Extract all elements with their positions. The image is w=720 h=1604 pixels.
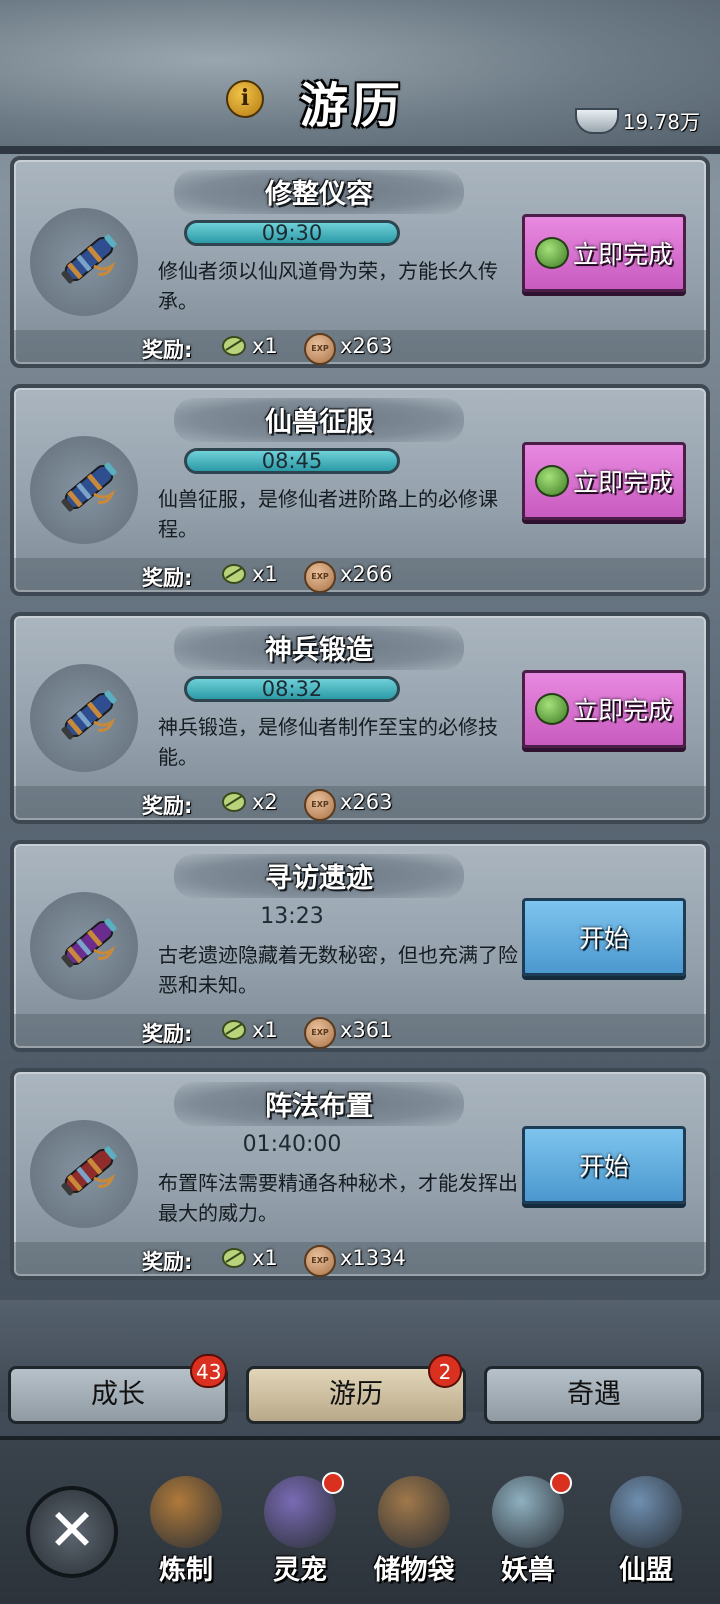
exp-coin-icon: EXP xyxy=(304,333,336,365)
storage-bag-icon xyxy=(378,1476,450,1548)
reward-item-count: x2 xyxy=(252,790,278,814)
reward-item-count: x1 xyxy=(252,1018,278,1042)
reward-row: 奖励: x1 EXP x263 xyxy=(14,330,706,365)
scroll-icon xyxy=(61,1146,117,1196)
page-title: 游历 xyxy=(300,78,405,134)
scroll-icon xyxy=(61,462,117,512)
task-timer: 13:23 xyxy=(260,904,324,929)
reward-label: 奖励: xyxy=(142,1250,193,1274)
reward-row: 奖励: x2 EXP x263 xyxy=(14,786,706,821)
exp-coin-icon: EXP xyxy=(304,1245,336,1277)
nav-item-3[interactable]: 储物袋 xyxy=(364,1470,464,1590)
reward-exp-count: x361 xyxy=(340,1018,393,1042)
exp-coin-icon: EXP xyxy=(304,1017,336,1049)
nav-item-5[interactable]: 仙盟 xyxy=(596,1470,696,1590)
currency-display: 19.78万 xyxy=(574,106,700,135)
herb-icon xyxy=(222,1020,246,1040)
task-title: 神兵锻造 xyxy=(265,635,373,666)
reward-row: 奖励: x1 EXP x1334 xyxy=(14,1242,706,1277)
reward-label: 奖励: xyxy=(142,566,193,590)
nav-item-1[interactable]: 炼制 xyxy=(136,1470,236,1590)
nav-label: 灵宠 xyxy=(273,1555,327,1586)
nav-label: 妖兽 xyxy=(501,1555,555,1586)
furnace-icon xyxy=(150,1476,222,1548)
tab-travel-badge: 2 xyxy=(428,1354,462,1388)
reward-exp-count: x263 xyxy=(340,790,393,814)
leaf-icon xyxy=(222,564,246,584)
reward-exp-count: x1334 xyxy=(340,1246,406,1270)
gem-icon xyxy=(534,465,569,497)
start-button[interactable]: 开始 xyxy=(522,898,686,976)
nav-item-4[interactable]: 妖兽 xyxy=(478,1470,578,1590)
talisman-coin-icon xyxy=(222,1248,246,1268)
task-description: 古老遗迹隐藏着无数秘密，但也充满了险恶和未知。 xyxy=(158,943,518,997)
reward-item-count: x1 xyxy=(252,562,278,586)
task-timer: 01:40:00 xyxy=(242,1132,342,1157)
reward-item-count: x1 xyxy=(252,1246,278,1270)
header: i 游历 19.78万 xyxy=(0,0,720,150)
task-card: 修整仪容 09:30 修仙者须以仙风道骨为荣，方能长久传承。 立即完成 奖励: … xyxy=(10,156,710,368)
start-button[interactable]: 开始 xyxy=(522,1126,686,1204)
task-card: 阵法布置 01:40:00 布置阵法需要精通各种秘术，才能发挥出最大的威力。 开… xyxy=(10,1068,710,1280)
map-scroll-icon xyxy=(222,336,246,356)
task-description: 神兵锻造，是修仙者制作至宝的必修技能。 xyxy=(158,715,498,769)
close-icon[interactable]: ✕ xyxy=(26,1486,118,1578)
scroll-icon xyxy=(61,234,117,284)
reward-label: 奖励: xyxy=(142,1022,193,1046)
notification-dot xyxy=(550,1472,572,1494)
task-title: 修整仪容 xyxy=(265,179,373,210)
task-description: 布置阵法需要精通各种秘术，才能发挥出最大的威力。 xyxy=(158,1171,518,1225)
task-card: 寻访遗迹 13:23 古老遗迹隐藏着无数秘密，但也充满了险恶和未知。 开始 奖励… xyxy=(10,840,710,1052)
task-title: 寻访遗迹 xyxy=(265,863,373,894)
reward-item-count: x1 xyxy=(252,334,278,358)
complete-now-button[interactable]: 立即完成 xyxy=(522,670,686,748)
task-card: 神兵锻造 08:32 神兵锻造，是修仙者制作至宝的必修技能。 立即完成 奖励: … xyxy=(10,612,710,824)
task-card: 仙兽征服 08:45 仙兽征服，是修仙者进阶路上的必修课程。 立即完成 奖励: … xyxy=(10,384,710,596)
task-title: 阵法布置 xyxy=(265,1091,373,1122)
reward-label: 奖励: xyxy=(142,338,193,362)
nav-label: 炼制 xyxy=(159,1555,213,1586)
exp-coin-icon: EXP xyxy=(304,561,336,593)
task-description: 仙兽征服，是修仙者进阶路上的必修课程。 xyxy=(158,487,498,541)
nav-label: 储物袋 xyxy=(373,1555,455,1586)
exp-coin-icon: EXP xyxy=(304,789,336,821)
task-description: 修仙者须以仙风道骨为荣，方能长久传承。 xyxy=(158,259,498,313)
reward-exp-count: x266 xyxy=(340,562,393,586)
reward-label: 奖励: xyxy=(142,794,193,818)
gem-icon xyxy=(534,693,569,725)
tab-encounter[interactable]: 奇遇 xyxy=(484,1366,704,1424)
reward-row: 奖励: x1 EXP x361 xyxy=(14,1014,706,1049)
scroll-icon xyxy=(61,918,117,968)
task-timer-bar: 09:30 xyxy=(184,220,400,246)
nav-item-2[interactable]: 灵宠 xyxy=(250,1470,350,1590)
gem-icon xyxy=(534,237,569,269)
scroll-icon xyxy=(61,690,117,740)
complete-now-button[interactable]: 立即完成 xyxy=(522,442,686,520)
header-divider xyxy=(0,146,720,154)
info-icon[interactable]: i xyxy=(226,80,264,118)
task-timer-bar: 08:45 xyxy=(184,448,400,474)
task-timer-bar: 08:32 xyxy=(184,676,400,702)
pavilion-icon xyxy=(610,1476,682,1548)
nav-label: 仙盟 xyxy=(619,1555,673,1586)
reward-exp-count: x263 xyxy=(340,334,393,358)
silver-ingot-icon xyxy=(574,107,619,134)
notification-dot xyxy=(322,1472,344,1494)
tab-growth-badge: 43 xyxy=(190,1354,228,1388)
currency-value: 19.78万 xyxy=(622,110,700,134)
complete-now-button[interactable]: 立即完成 xyxy=(522,214,686,292)
task-title: 仙兽征服 xyxy=(265,407,373,438)
reward-row: 奖励: x1 EXP x266 xyxy=(14,558,706,593)
paper-scroll-icon xyxy=(222,792,246,812)
